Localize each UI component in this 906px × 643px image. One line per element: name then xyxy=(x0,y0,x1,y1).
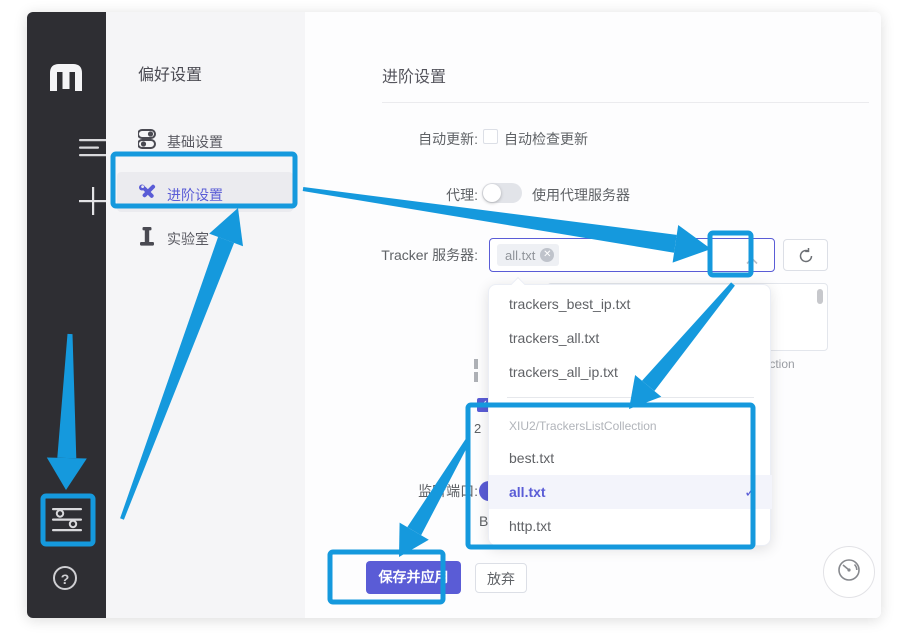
dropdown-group-label: XIU2/TrackersListCollection xyxy=(489,415,772,437)
dropdown-option-selected[interactable]: all.txt ✓ xyxy=(489,475,772,509)
nav-item-label: 实验室 xyxy=(167,229,209,249)
check-icon: ✓ xyxy=(744,475,756,509)
tag-remove-icon[interactable]: ✕ xyxy=(540,248,554,262)
nav-item-advanced-settings[interactable]: 进阶设置 xyxy=(117,172,293,212)
prefs-title: 偏好设置 xyxy=(138,61,202,85)
proxy-label: 代理: xyxy=(357,185,478,205)
gauge-icon xyxy=(834,555,864,590)
help-icon[interactable]: ? xyxy=(53,566,77,590)
nav-item-label: 基础设置 xyxy=(167,132,223,152)
clipped-text-fragment xyxy=(474,372,478,382)
page-title: 进阶设置 xyxy=(382,63,446,87)
clipped-text-fragment xyxy=(474,359,478,369)
save-apply-button[interactable]: 保存并应用 xyxy=(366,561,461,594)
dropdown-option[interactable]: trackers_best_ip.txt xyxy=(489,287,772,321)
toggles-icon xyxy=(138,129,156,154)
dropdown-option[interactable]: trackers_all.txt xyxy=(489,321,772,355)
discard-button[interactable]: 放弃 xyxy=(475,563,527,593)
preferences-sliders-icon[interactable] xyxy=(52,504,82,541)
dropdown-option[interactable]: http.txt xyxy=(489,509,772,543)
motrix-logo-icon xyxy=(49,59,83,97)
tracker-tag: all.txt ✕ xyxy=(497,244,559,266)
proxy-option-label: 使用代理服务器 xyxy=(532,185,630,205)
wrench-screwdriver-icon xyxy=(138,183,156,206)
textarea-scroll-thumb[interactable] xyxy=(817,289,823,304)
nav-item-basic-settings[interactable]: 基础设置 xyxy=(106,120,305,160)
dropdown-option[interactable]: best.txt xyxy=(489,441,772,475)
nav-item-label: 进阶设置 xyxy=(167,185,223,205)
title-divider xyxy=(382,102,869,103)
sync-trackers-button[interactable] xyxy=(783,239,828,271)
dropdown-option-label: all.txt xyxy=(509,484,546,500)
auto-update-label: 自动更新: xyxy=(357,129,478,149)
dropdown-divider xyxy=(507,397,754,398)
hidden-number-fragment: 2 xyxy=(474,421,481,436)
lab-stamp-icon xyxy=(139,227,155,251)
toggle-knob xyxy=(483,184,501,202)
proxy-toggle[interactable] xyxy=(482,183,522,203)
nav-item-lab[interactable]: 实验室 xyxy=(106,217,305,257)
tracker-label: Tracker 服务器: xyxy=(357,245,478,265)
task-list-icon[interactable] xyxy=(79,138,107,163)
speed-gauge-button[interactable] xyxy=(823,546,875,598)
app-sidebar: ? xyxy=(27,12,106,618)
dropdown-option[interactable]: trackers_all_ip.txt xyxy=(489,355,772,389)
chevron-up-icon[interactable] xyxy=(746,252,758,270)
add-task-icon[interactable] xyxy=(79,187,107,220)
app-window: ? 偏好设置 基础设置 xyxy=(27,12,881,618)
tracker-tag-label: all.txt xyxy=(505,248,535,263)
prefs-panel: 偏好设置 基础设置 xyxy=(106,12,305,618)
auto-update-checkbox[interactable] xyxy=(483,129,498,144)
tracker-dropdown: trackers_best_ip.txt trackers_all.txt tr… xyxy=(488,284,771,546)
sync-icon xyxy=(797,247,815,270)
auto-update-option-label: 自动检查更新 xyxy=(504,129,588,149)
listen-port-label: 监听端口: xyxy=(357,481,478,501)
advanced-settings-pane: 进阶设置 自动更新: 自动检查更新 代理: 使用代理服务器 Tracker 服务… xyxy=(305,12,881,618)
tracker-select[interactable]: all.txt ✕ xyxy=(489,238,775,272)
